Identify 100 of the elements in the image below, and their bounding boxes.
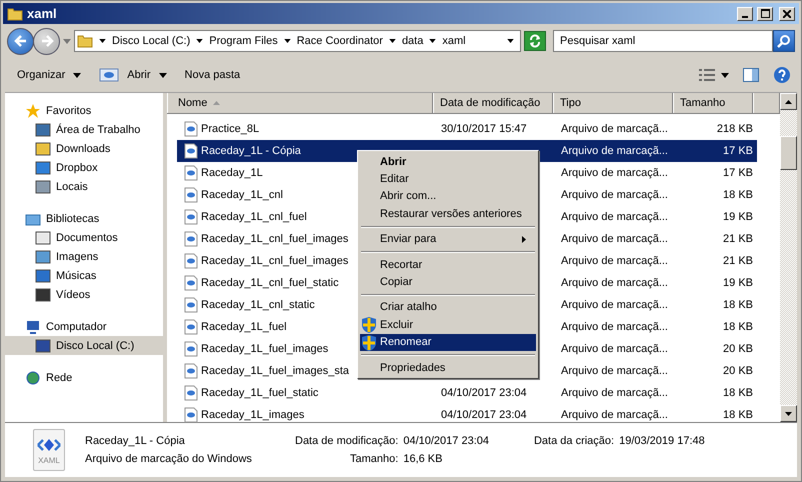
- search-field[interactable]: Pesquisar xaml: [553, 30, 773, 52]
- sidebar-item[interactable]: Músicas: [5, 266, 163, 285]
- toolbar-button[interactable]: Organizar: [15, 67, 84, 83]
- forward-arrow-icon: [40, 34, 54, 48]
- group-icon: [25, 102, 41, 118]
- breadcrumb[interactable]: Disco Local (C:): [112, 35, 190, 47]
- property-value: 16,6 KB: [403, 453, 444, 465]
- column-header[interactable]: Nome: [167, 93, 433, 113]
- sidebar-item[interactable]: Downloads: [5, 139, 163, 158]
- file-icon: [183, 341, 199, 357]
- file-name: Raceday_1L_cnl_fuel_images: [201, 255, 348, 267]
- breadcrumb[interactable]: Race Coordinator: [296, 35, 383, 47]
- preview-pane-button[interactable]: [743, 68, 759, 82]
- file-size: 20 KB: [723, 365, 753, 377]
- file-name: Raceday_1L_fuel_static: [201, 387, 318, 399]
- file-name: Raceday_1L_fuel_images: [201, 343, 328, 355]
- file-icon: [183, 187, 199, 203]
- menu-item[interactable]: Enviar para: [360, 230, 536, 248]
- breadcrumb[interactable]: xaml: [442, 35, 466, 47]
- toolbar-button[interactable]: Abrir: [97, 66, 169, 84]
- file-type: Arquivo de marcaçã...: [561, 321, 668, 333]
- file-name: Raceday_1L_cnl_static: [201, 299, 315, 311]
- scrollbar[interactable]: [780, 93, 797, 422]
- modified-date: 04/10/2017 23:04: [441, 387, 527, 399]
- menu-item[interactable]: Recortar: [360, 256, 536, 274]
- close-button[interactable]: [779, 6, 795, 20]
- minimize-icon: [742, 16, 748, 18]
- sidebar-group[interactable]: Bibliotecas: [5, 209, 163, 228]
- dropdown-icon[interactable]: [721, 72, 729, 78]
- file-type: Arquivo de marcaçã...: [561, 299, 668, 311]
- location-icon: [35, 230, 51, 246]
- back-button[interactable]: [7, 28, 34, 54]
- column-header[interactable]: Tamanho: [673, 93, 753, 113]
- menu-item[interactable]: Renomear: [360, 334, 536, 351]
- location-icon: [35, 286, 51, 302]
- sidebar-item[interactable]: Locais: [5, 177, 163, 196]
- address-bar[interactable]: Disco Local (C:) Program Files Race Coordinator data xaml: [74, 30, 521, 52]
- sidebar-group[interactable]: Rede: [5, 368, 163, 387]
- file-name: Raceday_1L_fuel: [201, 321, 287, 333]
- property-label: Data da criação:: [534, 435, 614, 447]
- menu-item[interactable]: Propriedades: [360, 358, 536, 376]
- file-icon: [183, 363, 199, 379]
- sidebar-group[interactable]: Computador: [5, 317, 163, 336]
- menu-item[interactable]: Criar atalho: [360, 298, 536, 316]
- view-options-button[interactable]: [699, 68, 715, 82]
- menu-item[interactable]: Abrir: [360, 153, 536, 170]
- file-size: 18 KB: [723, 321, 753, 333]
- file-name: Raceday_1L_cnl_fuel_images: [201, 233, 348, 245]
- menu-item[interactable]: Abrir com...: [360, 188, 536, 206]
- group-icon: [25, 318, 41, 334]
- toolbar-button[interactable]: Nova pasta: [182, 67, 242, 83]
- sidebar-item[interactable]: Dropbox: [5, 158, 163, 177]
- sidebar-item[interactable]: Imagens: [5, 247, 163, 266]
- search-button[interactable]: [773, 30, 795, 52]
- menu-item[interactable]: Editar: [360, 170, 536, 188]
- location-icon: [35, 338, 51, 354]
- file-size: 20 KB: [723, 343, 753, 355]
- refresh-button[interactable]: [524, 31, 546, 51]
- sidebar-group[interactable]: Favoritos: [5, 101, 163, 120]
- menu-item[interactable]: Restaurar versões anteriores: [360, 205, 536, 223]
- file-name: Raceday_1L: [201, 167, 263, 179]
- minimize-button[interactable]: [737, 6, 753, 20]
- sidebar-item[interactable]: Vídeos: [5, 285, 163, 304]
- breadcrumb-arrow-icon[interactable]: [99, 39, 106, 43]
- property-value: 04/10/2017 23:04: [403, 435, 490, 447]
- maximize-icon: [760, 9, 770, 18]
- back-arrow-icon: [14, 34, 28, 48]
- menu-item[interactable]: Copiar: [360, 273, 536, 291]
- file-size: 17 KB: [723, 145, 753, 157]
- property-value: 19/03/2019 17:48: [619, 435, 705, 447]
- maximize-button[interactable]: [757, 6, 773, 20]
- help-button[interactable]: [773, 66, 791, 84]
- modified-date: 30/10/2017 15:47: [441, 123, 527, 135]
- file-type: Arquivo de marcação do Windows: [85, 453, 253, 465]
- dropdown-icon[interactable]: [507, 39, 514, 43]
- breadcrumb-arrow-icon[interactable]: [429, 39, 436, 43]
- breadcrumb-arrow-icon[interactable]: [196, 39, 204, 43]
- file-icon: [183, 297, 199, 313]
- sort-arrow-icon: [213, 101, 220, 105]
- history-dropdown-icon[interactable]: [63, 38, 71, 44]
- file-type: Arquivo de marcaçã...: [561, 255, 668, 267]
- breadcrumb[interactable]: data: [402, 35, 424, 47]
- sidebar-item[interactable]: Disco Local (C:): [5, 336, 163, 355]
- file-icon: [183, 275, 199, 291]
- scroll-thumb[interactable]: [780, 136, 797, 170]
- column-header[interactable]: Data de modificação: [433, 93, 553, 113]
- file-name: Raceday_1L - Cópia: [201, 145, 301, 157]
- sidebar-item[interactable]: Área de Trabalho: [5, 120, 163, 139]
- file-icon: [183, 385, 199, 401]
- column-header[interactable]: Tipo: [553, 93, 673, 113]
- location-icon: [35, 178, 51, 194]
- forward-button[interactable]: [33, 28, 60, 54]
- file-size: 21 KB: [723, 233, 753, 245]
- sidebar-item[interactable]: Documentos: [5, 228, 163, 247]
- file-type: Arquivo de marcaçã...: [561, 343, 668, 355]
- breadcrumb[interactable]: Program Files: [209, 35, 278, 47]
- folder-icon: [7, 6, 23, 22]
- breadcrumb-arrow-icon[interactable]: [388, 39, 396, 43]
- menu-item[interactable]: Excluir: [360, 316, 536, 334]
- breadcrumb-arrow-icon[interactable]: [284, 39, 291, 43]
